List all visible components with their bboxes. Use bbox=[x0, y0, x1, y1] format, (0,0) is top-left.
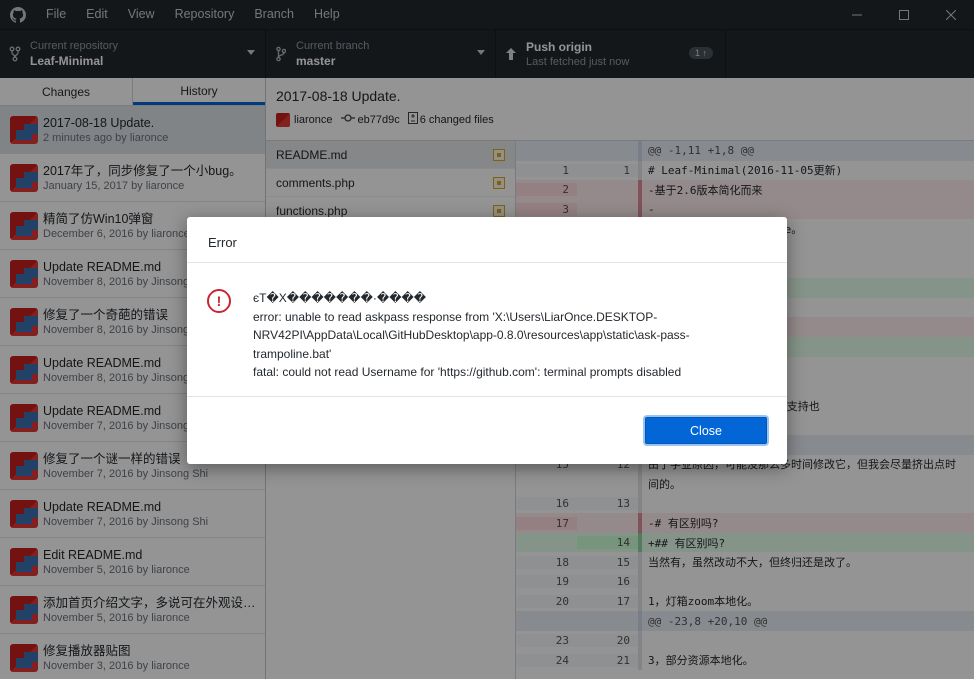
error-icon: ! bbox=[207, 289, 231, 313]
error-garbled-text: єТ�Х�������·���� bbox=[253, 291, 427, 305]
error-message-line2: fatal: could not read Username for 'http… bbox=[253, 365, 682, 379]
modal-overlay: Error ! єТ�Х�������·���� error: unable t… bbox=[0, 0, 974, 679]
error-message-line1: error: unable to read askpass response f… bbox=[253, 309, 690, 361]
dialog-title: Error bbox=[187, 217, 787, 263]
close-button[interactable]: Close bbox=[645, 417, 767, 444]
error-dialog: Error ! єТ�Х�������·���� error: unable t… bbox=[187, 217, 787, 464]
